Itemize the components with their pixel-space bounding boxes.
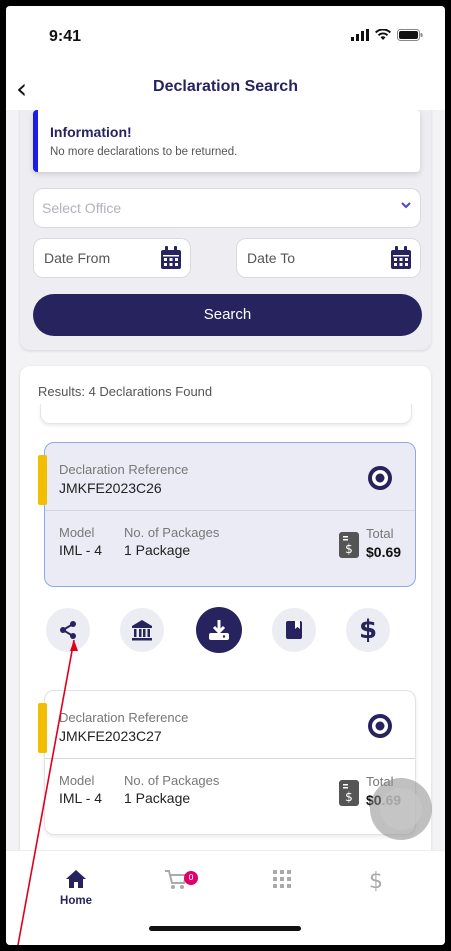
- status-time: 9:41: [49, 28, 82, 45]
- card-accent-bar: [38, 703, 47, 753]
- book-button[interactable]: [272, 608, 316, 652]
- office-select-placeholder: Select Office: [42, 200, 122, 216]
- model-label: Model: [59, 525, 95, 540]
- chevron-down-icon: [400, 199, 412, 214]
- reference-value: JMKFE2023C26: [59, 480, 162, 496]
- packages-value: 1 Package: [124, 790, 191, 806]
- bank-button[interactable]: [120, 608, 164, 652]
- card-accent-bar: [38, 455, 47, 505]
- search-button[interactable]: Search: [33, 294, 422, 336]
- office-select[interactable]: Select Office: [33, 188, 421, 228]
- model-value: IML - 4: [59, 542, 103, 558]
- eye-icon[interactable]: [367, 465, 393, 491]
- bank-icon: [132, 620, 152, 641]
- cart-badge: 0: [184, 871, 198, 885]
- home-icon: [66, 870, 86, 888]
- date-to-placeholder: Date To: [247, 250, 295, 266]
- calendar-icon[interactable]: [390, 246, 412, 270]
- assistive-touch-button[interactable]: [370, 778, 432, 840]
- info-banner: Information! No more declarations to be …: [33, 110, 420, 172]
- book-icon: [286, 621, 302, 639]
- invoice-icon: $: [339, 532, 359, 558]
- info-message: No more declarations to be returned.: [50, 146, 238, 158]
- eye-icon[interactable]: [367, 713, 393, 739]
- packages-label: No. of Packages: [124, 773, 220, 788]
- model-label: Model: [59, 773, 95, 788]
- tab-home-label: Home: [60, 895, 92, 907]
- reference-label: Declaration Reference: [59, 710, 189, 725]
- dollar-icon: $: [369, 869, 383, 894]
- phone-screen: 9:41 ‹ Declaration Search Information! N…: [6, 6, 445, 945]
- date-from-field[interactable]: Date From: [33, 238, 191, 278]
- declaration-card[interactable]: Declaration Reference JMKFE2023C26 Model…: [38, 442, 416, 587]
- status-icons: [351, 29, 423, 41]
- home-indicator: [149, 926, 301, 931]
- info-title: Information!: [50, 124, 132, 140]
- total-label: Total: [366, 526, 394, 541]
- total-value: $0.69: [366, 544, 402, 560]
- signal-icon: [351, 29, 369, 41]
- results-summary: Results: 4 Declarations Found: [38, 384, 213, 399]
- packages-value: 1 Package: [124, 542, 191, 558]
- main-content[interactable]: Information! No more declarations to be …: [6, 110, 445, 850]
- previous-card-edge: [40, 404, 412, 424]
- calendar-icon[interactable]: [160, 246, 182, 270]
- svg-text:$: $: [345, 790, 353, 804]
- date-to-field[interactable]: Date To: [236, 238, 421, 278]
- dollar-icon: $: [358, 615, 378, 645]
- nav-bar: ‹ Declaration Search: [6, 66, 445, 110]
- card-divider: [45, 758, 415, 759]
- results-panel: Results: 4 Declarations Found Declaratio…: [20, 366, 431, 850]
- download-button[interactable]: [196, 607, 242, 653]
- reference-label: Declaration Reference: [59, 462, 189, 477]
- wifi-icon: [375, 29, 391, 40]
- model-value: IML - 4: [59, 790, 103, 806]
- reference-value: JMKFE2023C27: [59, 728, 162, 744]
- grid-icon: [273, 870, 291, 888]
- svg-text:$: $: [345, 542, 353, 556]
- packages-label: No. of Packages: [124, 525, 220, 540]
- status-bar: 9:41: [6, 6, 445, 66]
- battery-icon: [397, 29, 423, 41]
- invoice-icon: $: [339, 780, 359, 806]
- share-button[interactable]: [46, 608, 90, 652]
- info-accent-bar: [33, 110, 38, 172]
- card-divider: [45, 510, 415, 511]
- payment-button[interactable]: $: [346, 608, 390, 652]
- tab-grid[interactable]: [252, 869, 312, 893]
- page-title: Declaration Search: [153, 78, 298, 95]
- share-icon: [60, 621, 76, 639]
- card-action-row: $: [46, 607, 401, 654]
- tab-home[interactable]: Home: [46, 869, 106, 907]
- tab-payments[interactable]: $: [346, 869, 406, 894]
- declaration-card[interactable]: Declaration Reference JMKFE2023C27 Model…: [38, 690, 416, 835]
- tab-cart[interactable]: [146, 869, 206, 895]
- date-from-placeholder: Date From: [44, 250, 111, 266]
- download-icon: [209, 620, 229, 640]
